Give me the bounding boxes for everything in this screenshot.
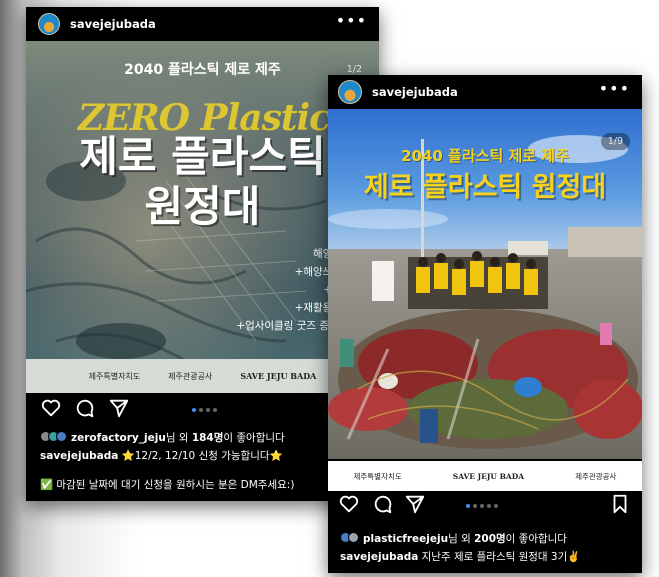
comment-icon[interactable] — [372, 493, 394, 515]
carousel-dot — [487, 504, 491, 508]
carousel-dot — [494, 504, 498, 508]
caption-username[interactable]: savejejubada — [340, 551, 418, 563]
username[interactable]: savejejubada — [372, 85, 458, 99]
post-image[interactable]: 2040 플라스틱 제로 제주 제로 플라스틱 원정대 1/9 제주특별자치도 … — [328, 109, 642, 491]
image-subtitle: 2040 플라스틱 제로 제주 — [401, 147, 569, 165]
action-bar — [328, 493, 642, 519]
likes-text: 님 외 — [448, 533, 475, 545]
caption-text: ⭐12/2, 12/10 신청 가능합니다⭐ — [118, 450, 283, 462]
instagram-post-left: savejejubada ••• ZERO Plastic 2040 플라스틱 … — [26, 7, 379, 501]
logo-savejejubada: SAVE JEJU BADA — [240, 371, 317, 381]
image-subtitle: 2040 플라스틱 제로 제주 — [124, 62, 281, 78]
post-header: savejejubada ••• — [26, 7, 379, 41]
likes-text-end: 이 좋아합니다 — [505, 533, 567, 545]
logo-strip: 제주특별자치도 제주관광공사 SAVE JEJU BADA — [26, 359, 379, 393]
caption-note: ✅ 마감된 날짜에 대기 신청을 원하시는 분은 DM주세요:) — [40, 479, 295, 491]
username[interactable]: savejejubada — [70, 17, 156, 31]
logo-strip: 제주특별자치도 SAVE JEJU BADA 제주관광공사 — [328, 461, 642, 491]
avatar[interactable] — [38, 13, 60, 35]
liker-username[interactable]: zerofactory_jeju — [71, 432, 166, 444]
avatar[interactable] — [338, 80, 362, 104]
carousel-dot — [473, 504, 477, 508]
caption-line: savejejubada ⭐12/2, 12/10 신청 가능합니다⭐ — [40, 448, 373, 463]
logo-savejejubada: SAVE JEJU BADA — [452, 471, 525, 481]
share-icon[interactable] — [108, 397, 130, 419]
bookmark-icon[interactable] — [610, 493, 630, 515]
carousel-dot — [480, 504, 484, 508]
carousel-dot-active — [466, 504, 470, 508]
heart-icon[interactable] — [40, 397, 62, 419]
carousel-dots — [466, 504, 498, 508]
share-icon[interactable] — [404, 493, 426, 515]
caption-username[interactable]: savejejubada — [40, 450, 118, 462]
liker-avatar — [56, 431, 67, 442]
carousel-dot — [199, 408, 203, 412]
likes-count[interactable]: 184명 — [192, 432, 224, 444]
carousel-dot — [206, 408, 210, 412]
carousel-dot-active — [192, 408, 196, 412]
likes-text: 님 외 — [165, 432, 192, 444]
post-header: savejejubada ••• — [328, 75, 642, 109]
carousel-counter: 1/9 — [600, 133, 630, 150]
logo-jeju-province: 제주특별자치도 — [88, 371, 141, 381]
more-options-icon[interactable]: ••• — [599, 79, 630, 98]
caption-line: savejejubada 지난주 제로 플라스틱 원정대 3기✌️ — [340, 549, 636, 564]
post-image[interactable]: ZERO Plastic 2040 플라스틱 제로 제주 1/2 제로 플라스틱… — [26, 41, 379, 393]
likes-line: zerofactory_jeju님 외 184명이 좋아합니다 — [40, 430, 373, 445]
action-bar — [26, 397, 379, 423]
heart-icon[interactable] — [338, 493, 360, 515]
carousel-dot — [213, 408, 217, 412]
comment-icon[interactable] — [74, 397, 96, 419]
likes-count[interactable]: 200명 — [474, 533, 506, 545]
more-options-icon[interactable]: ••• — [336, 11, 367, 30]
logo-jeju-tourism: 제주관광공사 — [575, 471, 617, 481]
instagram-post-right: savejejubada ••• 2040 플라스틱 제로 제주 제로 플라스틱… — [328, 75, 642, 573]
liker-username[interactable]: plasticfreejeju — [363, 533, 448, 545]
likes-text-end: 이 좋아합니다 — [223, 432, 285, 444]
carousel-dots — [192, 408, 217, 412]
logo-jeju-tourism: 제주관광공사 — [168, 371, 213, 381]
image-title: 제로 플라스틱 원정대 — [363, 172, 607, 203]
liker-avatar — [348, 532, 359, 543]
image-title-line2: 원정대 — [144, 182, 261, 231]
caption-text: 지난주 제로 플라스틱 원정대 3기✌️ — [418, 551, 581, 563]
likes-line: plasticfreejeju님 외 200명이 좋아합니다 — [340, 531, 636, 546]
logo-jeju-province: 제주특별자치도 — [353, 471, 402, 481]
